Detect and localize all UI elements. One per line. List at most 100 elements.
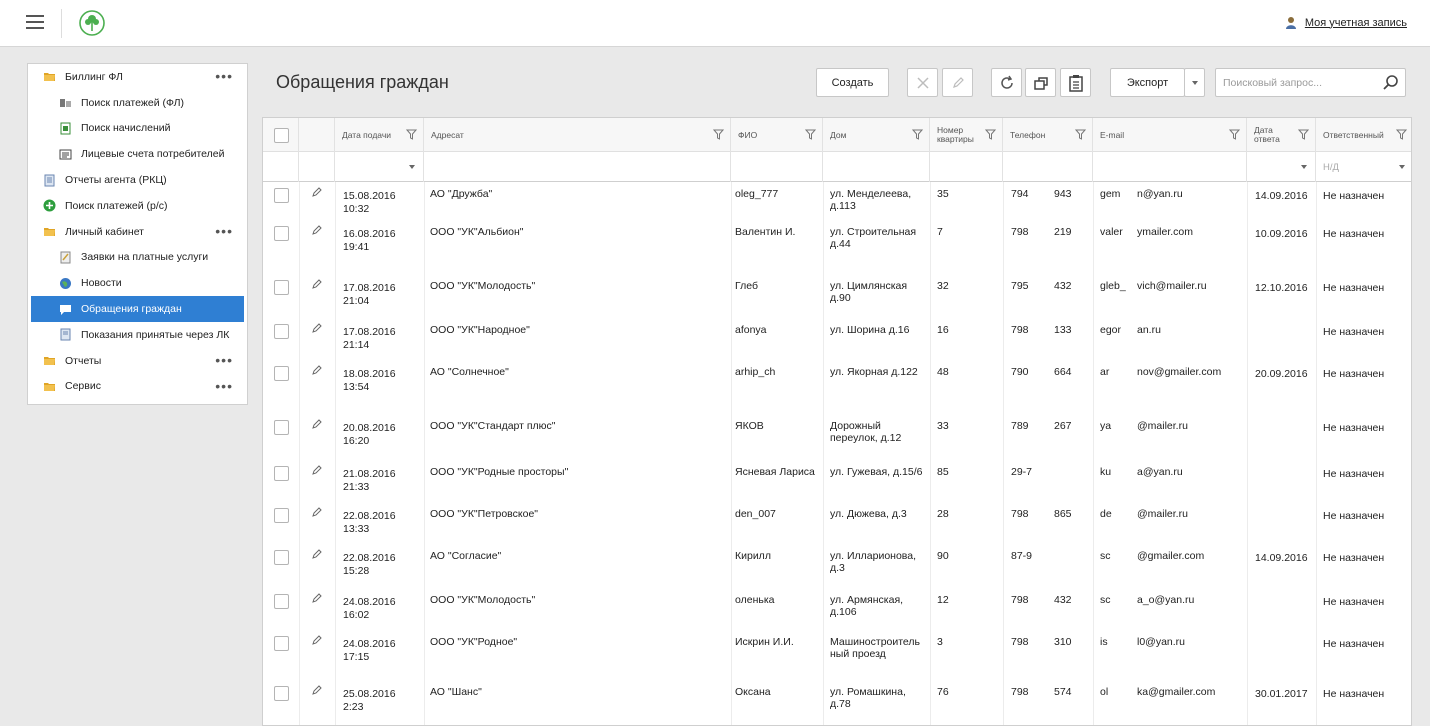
table-row[interactable]: 22.08.2016 13:33 ООО "УК"Петровское" den_00… xyxy=(263,502,1411,546)
table-row[interactable]: 22.08.2016 15:28 АО "Согласие" Кирилл ул. Ил… xyxy=(263,544,1411,588)
row-checkbox[interactable] xyxy=(274,594,289,609)
sidebar-item[interactable]: Новости xyxy=(28,270,247,296)
date-filter[interactable] xyxy=(335,152,424,182)
column-answer-date[interactable]: Дата ответа xyxy=(1247,118,1316,152)
filter-icon[interactable] xyxy=(1298,129,1309,140)
table-row[interactable]: 17.08.2016 21:04 ООО "УК"Молодость" Глеб ул.… xyxy=(263,274,1411,318)
column-responsible[interactable]: Ответственный xyxy=(1316,118,1411,152)
chevron-down-icon[interactable] xyxy=(1399,165,1405,169)
more-icon[interactable]: ••• xyxy=(215,224,233,238)
row-checkbox[interactable] xyxy=(274,226,289,241)
flat-filter[interactable] xyxy=(930,152,1003,182)
sidebar-item[interactable]: Сервис ••• xyxy=(28,374,247,400)
select-all-checkbox[interactable] xyxy=(274,128,289,143)
row-checkbox[interactable] xyxy=(274,636,289,651)
em1-cell: sc xyxy=(1100,594,1111,606)
table-row[interactable]: 16.08.2016 19:41 ООО "УК"Альбион" Валентин … xyxy=(263,220,1411,264)
filter-icon[interactable] xyxy=(406,129,417,140)
em1-cell: gleb_ xyxy=(1100,280,1126,292)
filter-icon[interactable] xyxy=(1229,129,1240,140)
sidebar-item[interactable]: Отчеты агента (РКЦ) xyxy=(28,167,247,193)
row-checkbox[interactable] xyxy=(274,366,289,381)
table-row[interactable]: 18.08.2016 13:54 АО "Солнечное" arhip_ch ул.… xyxy=(263,360,1411,404)
row-checkbox[interactable] xyxy=(274,508,289,523)
column-addressee[interactable]: Адресат xyxy=(424,118,731,152)
edit-button[interactable] xyxy=(942,68,973,97)
pencil-icon[interactable] xyxy=(312,465,322,475)
clipboard-button[interactable] xyxy=(1060,68,1091,97)
pencil-icon[interactable] xyxy=(312,685,322,695)
fio-filter[interactable] xyxy=(731,152,823,182)
export-button[interactable]: Экспорт xyxy=(1110,68,1185,97)
create-button[interactable]: Создать xyxy=(816,68,889,97)
column-fio[interactable]: ФИО xyxy=(731,118,823,152)
sidebar-item[interactable]: Поиск платежей (ФЛ) xyxy=(28,90,247,116)
hamburger-icon[interactable] xyxy=(26,15,44,31)
row-checkbox[interactable] xyxy=(274,466,289,481)
responsible-filter[interactable]: Н/Д xyxy=(1316,152,1411,182)
row-checkbox[interactable] xyxy=(274,188,289,203)
sidebar-item[interactable]: Заявки на платные услуги xyxy=(28,245,247,271)
column-phone[interactable]: Телефон xyxy=(1003,118,1093,152)
column-date[interactable]: Дата подачи xyxy=(335,118,424,152)
ph2-cell: 943 xyxy=(1054,188,1072,200)
pencil-icon[interactable] xyxy=(312,365,322,375)
refresh-button[interactable] xyxy=(991,68,1022,97)
table-row[interactable]: 21.08.2016 21:33 ООО "УК"Родные просторы" Я… xyxy=(263,460,1411,504)
pencil-icon[interactable] xyxy=(312,419,322,429)
addressee-filter[interactable] xyxy=(424,152,731,182)
pencil-icon[interactable] xyxy=(312,187,322,197)
search-input[interactable] xyxy=(1216,69,1376,96)
column-email[interactable]: E-mail xyxy=(1093,118,1247,152)
tree-logo-icon[interactable] xyxy=(79,10,105,36)
filter-icon[interactable] xyxy=(1075,129,1086,140)
sidebar-item[interactable]: Показания принятые через ЛК xyxy=(28,322,247,348)
pencil-icon[interactable] xyxy=(312,279,322,289)
pencil-icon[interactable] xyxy=(312,225,322,235)
sidebar-item[interactable]: Лицевые счета потребителей xyxy=(28,141,247,167)
row-checkbox[interactable] xyxy=(274,280,289,295)
pencil-icon[interactable] xyxy=(312,507,322,517)
export-dropdown[interactable] xyxy=(1184,68,1205,97)
filter-icon[interactable] xyxy=(1396,129,1407,140)
table-row[interactable]: 24.08.2016 16:02 ООО "УК"Молодость" оленька… xyxy=(263,588,1411,632)
delete-button[interactable] xyxy=(907,68,938,97)
pencil-icon[interactable] xyxy=(312,593,322,603)
table-row[interactable]: 25.08.2016 2:23 АО "Шанс" Оксана ул. Ромашки… xyxy=(263,680,1411,724)
sidebar-item[interactable]: Поиск платежей (р/с) xyxy=(28,193,247,219)
column-flat[interactable]: Номер квартиры xyxy=(930,118,1003,152)
account-link[interactable]: Моя учетная запись xyxy=(1285,16,1407,29)
sidebar-item[interactable]: Отчеты ••• xyxy=(28,348,247,374)
row-checkbox[interactable] xyxy=(274,420,289,435)
row-checkbox[interactable] xyxy=(274,324,289,339)
pencil-icon[interactable] xyxy=(312,635,322,645)
answer-date-filter[interactable] xyxy=(1247,152,1316,182)
chevron-down-icon[interactable] xyxy=(409,165,415,169)
phone-filter[interactable] xyxy=(1003,152,1093,182)
sidebar-item[interactable]: Личный кабинет ••• xyxy=(28,219,247,245)
email-filter[interactable] xyxy=(1093,152,1247,182)
sidebar-item[interactable]: Биллинг ФЛ ••• xyxy=(28,64,247,90)
window-button[interactable] xyxy=(1025,68,1056,97)
sidebar-item[interactable]: Обращения граждан xyxy=(31,296,244,322)
filter-icon[interactable] xyxy=(985,129,996,140)
more-icon[interactable]: ••• xyxy=(215,353,233,367)
sidebar-item[interactable]: Поиск начислений xyxy=(28,116,247,142)
row-checkbox[interactable] xyxy=(274,550,289,565)
search-icon[interactable] xyxy=(1382,74,1400,92)
filter-icon[interactable] xyxy=(713,129,724,140)
pencil-icon[interactable] xyxy=(312,549,322,559)
date2-cell: 21:33 xyxy=(343,481,370,493)
column-house[interactable]: Дом xyxy=(823,118,930,152)
more-icon[interactable]: ••• xyxy=(215,69,233,83)
chevron-down-icon[interactable] xyxy=(1301,165,1307,169)
pencil-icon[interactable] xyxy=(312,323,322,333)
table-row[interactable]: 24.08.2016 17:15 ООО "УК"Родное" Искрин И.И… xyxy=(263,630,1411,674)
table-row[interactable]: 20.08.2016 16:20 ООО "УК"Стандарт плюс" ЯКО… xyxy=(263,414,1411,458)
more-icon[interactable]: ••• xyxy=(215,379,233,393)
house-filter[interactable] xyxy=(823,152,930,182)
filter-icon[interactable] xyxy=(805,129,816,140)
table-row[interactable]: 17.08.2016 21:14 ООО "УК"Народное" afonya ул… xyxy=(263,318,1411,362)
filter-icon[interactable] xyxy=(912,129,923,140)
row-checkbox[interactable] xyxy=(274,686,289,701)
